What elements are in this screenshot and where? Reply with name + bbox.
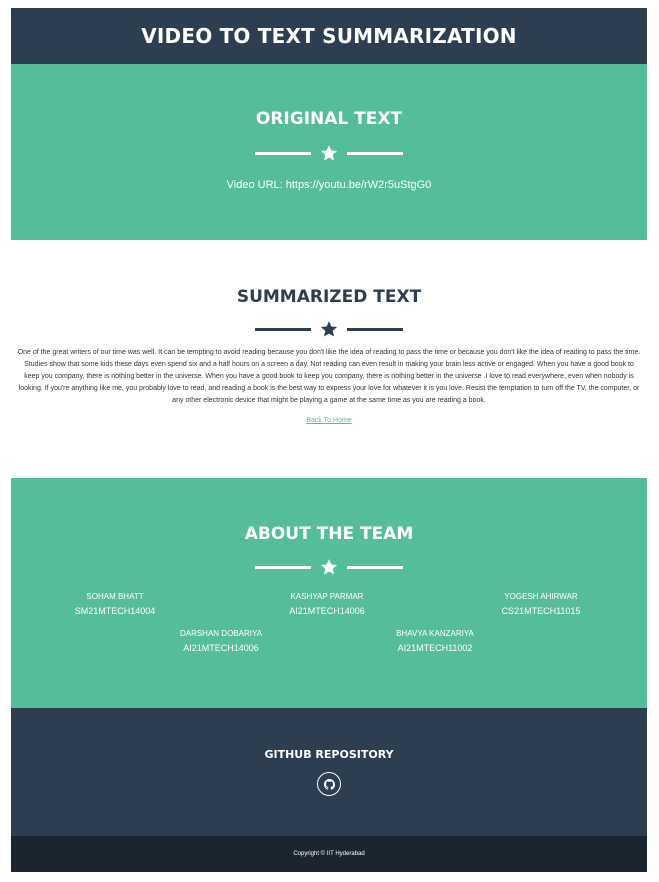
member-name: DARSHAN DOBARIYA <box>179 629 263 638</box>
star-divider <box>11 143 647 163</box>
star-icon <box>319 557 339 577</box>
divider-line <box>347 565 403 569</box>
github-icon <box>323 778 335 790</box>
member-id: AI21MTECH11002 <box>397 643 473 653</box>
github-section: GITHUB REPOSITORY <box>11 708 647 836</box>
member-id: SM21MTECH14004 <box>74 606 156 616</box>
original-text-heading: ORIGINAL TEXT <box>255 109 403 129</box>
member-name: YOGESH AHIRWAR <box>504 592 578 601</box>
divider-line <box>255 151 311 155</box>
team-member: DARSHAN DOBARIYA AI21MTECH14006 <box>161 627 281 655</box>
site-footer: Copyright © IIT Hyderabad <box>11 836 647 872</box>
team-member: YOGESH AHIRWAR CS21MTECH11015 <box>481 590 601 618</box>
member-name: SOHAM BHATT <box>86 592 144 601</box>
member-id: AI21MTECH14006 <box>289 606 365 616</box>
member-id: AI21MTECH14006 <box>183 643 259 653</box>
divider-line <box>347 151 403 155</box>
divider-line <box>347 327 403 331</box>
github-heading: GITHUB REPOSITORY <box>264 748 394 761</box>
team-member: KASHYAP PARMAR AI21MTECH14006 <box>267 590 387 618</box>
star-icon <box>319 143 339 163</box>
divider-line <box>255 565 311 569</box>
summarized-text-heading: SUMMARIZED TEXT <box>236 287 422 307</box>
member-name: BHAVYA KANZARIYA <box>396 629 474 638</box>
divider-line <box>255 327 311 331</box>
about-team-heading: ABOUT THE TEAM <box>244 524 414 544</box>
site-header: VIDEO TO TEXT SUMMARIZATION <box>11 8 647 64</box>
summarized-text-section: SUMMARIZED TEXT One of the great writers… <box>11 240 647 478</box>
summary-text: One of the great writers of our time was… <box>17 349 641 404</box>
back-to-home-link[interactable]: Back To Home <box>306 417 351 424</box>
star-divider <box>11 557 647 577</box>
star-icon <box>319 319 339 339</box>
star-divider <box>11 319 647 339</box>
team-member: BHAVYA KANZARIYA AI21MTECH11002 <box>375 627 495 655</box>
original-text-section: ORIGINAL TEXT Video URL: https://youtu.b… <box>11 64 647 240</box>
team-member: SOHAM BHATT SM21MTECH14004 <box>55 590 175 618</box>
member-id: CS21MTECH11015 <box>501 606 581 616</box>
copyright-text: Copyright © IIT Hyderabad <box>293 851 365 857</box>
video-url: Video URL: https://youtu.be/rW2r5uStgG0 <box>226 179 432 191</box>
member-name: KASHYAP PARMAR <box>290 592 364 601</box>
page: VIDEO TO TEXT SUMMARIZATION ORIGINAL TEX… <box>0 0 659 882</box>
about-team-section: ABOUT THE TEAM SOHAM BHATT SM21MTECH1400… <box>11 478 647 708</box>
github-button[interactable] <box>317 772 341 796</box>
site-title: VIDEO TO TEXT SUMMARIZATION <box>141 24 517 48</box>
